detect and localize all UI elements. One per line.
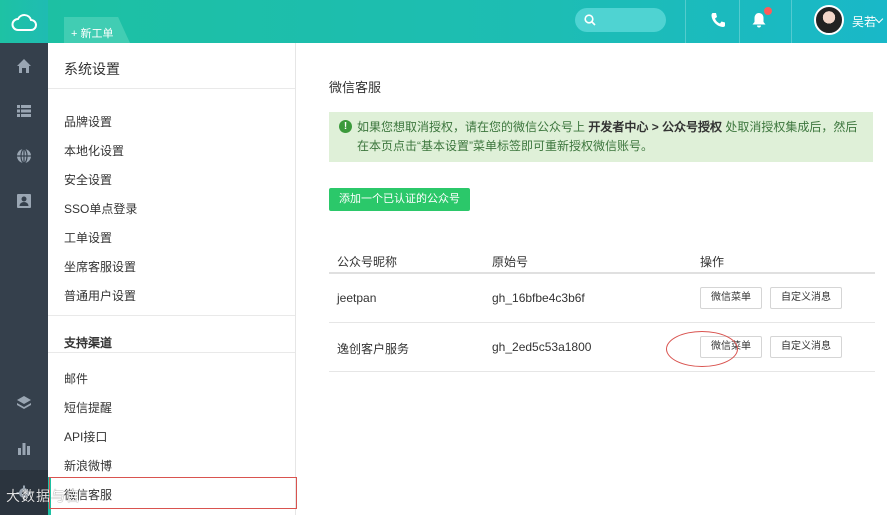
main-content: 微信客服 ! 如果您想取消授权，请在您的微信公众号上 开发者中心 > 公众号授权… bbox=[297, 43, 887, 515]
sidebar-item-sso[interactable]: SSO单点登录 bbox=[64, 200, 137, 217]
channels-heading: 支持渠道 bbox=[64, 336, 113, 350]
row-original-id: gh_2ed5c53a1800 bbox=[492, 340, 592, 354]
sidebar-title: 系统设置 bbox=[64, 61, 120, 77]
sidebar-divider bbox=[48, 88, 295, 89]
notice-text-1: 如果您想取消授权，请在您的微信公众号上 bbox=[357, 120, 586, 134]
new-ticket-tab[interactable]: + 新工单 bbox=[64, 17, 130, 43]
sidebar-item-enduser[interactable]: 普通用户设置 bbox=[64, 287, 136, 304]
header-actions: 操作 bbox=[700, 255, 725, 269]
topbar-divider bbox=[739, 0, 740, 43]
row-original-id: gh_16bfbe4c3b6f bbox=[492, 291, 585, 305]
highlight-circle bbox=[666, 331, 738, 367]
avatar[interactable] bbox=[814, 5, 844, 35]
sidebar-divider bbox=[48, 352, 295, 353]
accounts-table: 公众号昵称 原始号 操作 jeetpan gh_16bfbe4c3b6f 微信菜… bbox=[329, 243, 875, 372]
sidebar-item-brand[interactable]: 品牌设置 bbox=[64, 113, 112, 130]
table-header: 公众号昵称 原始号 操作 bbox=[329, 243, 875, 274]
wechat-menu-button[interactable]: 微信菜单 bbox=[700, 287, 762, 309]
sidebar-item-sms[interactable]: 短信提醒 bbox=[64, 399, 112, 416]
table-row: jeetpan gh_16bfbe4c3b6f 微信菜单 自定义消息 bbox=[329, 274, 875, 323]
globe-icon[interactable] bbox=[0, 133, 48, 178]
left-rail bbox=[0, 0, 48, 515]
sidebar-divider bbox=[48, 315, 295, 316]
header-original-id: 原始号 bbox=[492, 255, 529, 269]
search-box[interactable] bbox=[575, 8, 666, 32]
sidebar-item-api[interactable]: API接口 bbox=[64, 428, 107, 445]
top-bar: + 新工单 吴若 bbox=[48, 0, 887, 43]
sidebar-item-agent[interactable]: 坐席客服设置 bbox=[64, 258, 136, 275]
info-icon: ! bbox=[339, 120, 352, 133]
page-title: 微信客服 bbox=[329, 80, 382, 95]
sidebar-item-weibo[interactable]: 新浪微博 bbox=[64, 457, 112, 474]
sidebar-item-ticket[interactable]: 工单设置 bbox=[64, 229, 112, 246]
sidebar-item-security[interactable]: 安全设置 bbox=[64, 171, 112, 188]
topbar-divider bbox=[685, 0, 686, 43]
cloud-logo-icon[interactable] bbox=[0, 0, 48, 43]
sidebar-item-localization[interactable]: 本地化设置 bbox=[64, 142, 124, 159]
search-icon bbox=[584, 14, 596, 26]
sidebar-item-email[interactable]: 邮件 bbox=[64, 370, 88, 387]
notification-dot bbox=[764, 7, 772, 15]
info-notice: ! 如果您想取消授权，请在您的微信公众号上 开发者中心 > 公众号授权 处取消授… bbox=[329, 112, 873, 162]
list-icon[interactable] bbox=[0, 88, 48, 133]
contacts-icon[interactable] bbox=[0, 178, 48, 223]
header-nickname: 公众号昵称 bbox=[337, 255, 398, 269]
custom-message-button[interactable]: 自定义消息 bbox=[770, 336, 842, 358]
bar-chart-icon[interactable] bbox=[0, 425, 48, 470]
settings-sidebar: 系统设置 品牌设置 本地化设置 安全设置 SSO单点登录 工单设置 坐席客服设置… bbox=[48, 43, 297, 515]
custom-message-button[interactable]: 自定义消息 bbox=[770, 287, 842, 309]
user-name[interactable]: 吴若 bbox=[852, 13, 876, 30]
table-row: 逸创客户服务 gh_2ed5c53a1800 微信菜单 自定义消息 bbox=[329, 323, 875, 372]
chevron-down-icon[interactable] bbox=[874, 14, 884, 24]
row-nickname: 逸创客户服务 bbox=[337, 342, 410, 356]
add-account-button[interactable]: 添加一个已认证的公众号 bbox=[329, 188, 470, 211]
topbar-divider bbox=[791, 0, 792, 43]
notice-bold-path: 开发者中心 > 公众号授权 bbox=[588, 120, 723, 134]
phone-icon[interactable] bbox=[709, 11, 727, 29]
layers-icon[interactable] bbox=[0, 380, 48, 425]
home-icon[interactable] bbox=[0, 43, 48, 88]
row-nickname: jeetpan bbox=[337, 291, 377, 305]
watermark-text: 大数据与自 bbox=[6, 488, 81, 504]
